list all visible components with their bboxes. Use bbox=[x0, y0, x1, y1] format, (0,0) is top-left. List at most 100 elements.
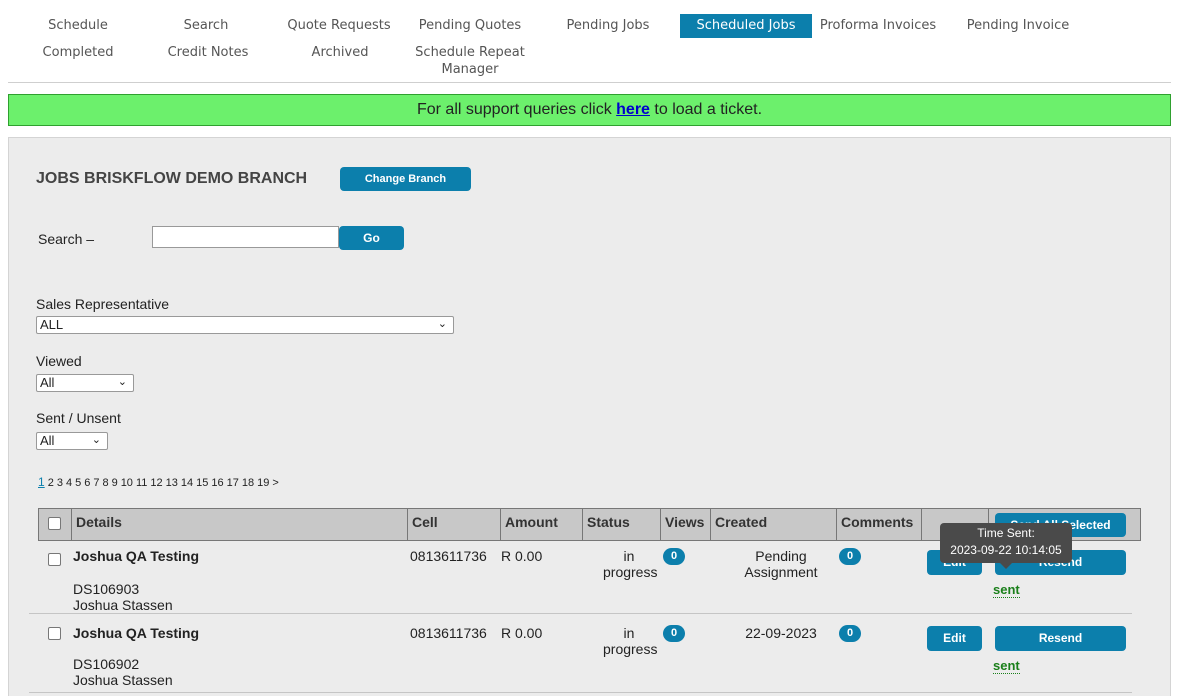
job-amount: R 0.00 bbox=[501, 548, 543, 564]
tab-quote-requests[interactable]: Quote Requests bbox=[277, 17, 401, 34]
sent-unsent-label: Sent / Unsent bbox=[36, 410, 121, 426]
tab-search[interactable]: Search bbox=[144, 17, 268, 34]
column-created[interactable]: Created bbox=[711, 509, 837, 540]
job-amount: R 0.00 bbox=[501, 625, 543, 641]
page-current[interactable]: 1 bbox=[38, 475, 45, 489]
job-name: Joshua QA Testing bbox=[73, 625, 200, 641]
job-name: Joshua QA Testing bbox=[73, 548, 200, 564]
banner-text-after: to load a ticket. bbox=[649, 101, 763, 118]
job-status-line1: in bbox=[623, 548, 635, 564]
tab-pending-jobs[interactable]: Pending Jobs bbox=[546, 17, 670, 34]
job-contact: Joshua Stassen bbox=[73, 597, 173, 613]
tooltip-time: 2023-09-22 10:14:05 bbox=[950, 543, 1062, 557]
column-status[interactable]: Status bbox=[583, 509, 661, 540]
next-page-link[interactable]: > bbox=[272, 477, 278, 489]
tab-credit-notes[interactable]: Credit Notes bbox=[146, 44, 270, 61]
support-ticket-link[interactable]: here bbox=[616, 101, 650, 118]
column-comments[interactable]: Comments bbox=[837, 509, 922, 540]
pagination: 1 2 3 4 5 6 7 8 9 10 11 12 13 14 15 16 17 18 19 > bbox=[38, 473, 282, 489]
sent-status[interactable]: sent bbox=[993, 659, 1020, 674]
tab-pending-quotes[interactable]: Pending Quotes bbox=[408, 17, 532, 34]
row-checkbox[interactable] bbox=[48, 553, 61, 566]
sales-rep-value: ALL bbox=[40, 317, 64, 332]
table-row: Joshua QA Testing DS106902 Joshua Stasse… bbox=[29, 617, 1132, 693]
select-all-cell bbox=[39, 509, 72, 540]
resend-button[interactable]: Resend bbox=[995, 626, 1126, 651]
column-details[interactable]: Details bbox=[72, 509, 408, 540]
page-link[interactable]: 19 bbox=[257, 477, 269, 489]
job-status-line1: in bbox=[623, 625, 635, 641]
tab-schedule-repeat-manager-line1: Schedule Repeat bbox=[415, 45, 525, 60]
job-created: Pending Assignment bbox=[731, 548, 831, 580]
page-link[interactable]: 13 bbox=[166, 477, 178, 489]
select-all-checkbox[interactable] bbox=[48, 517, 61, 530]
search-input[interactable] bbox=[152, 226, 339, 248]
tab-pending-invoice[interactable]: Pending Invoice bbox=[956, 17, 1080, 34]
page-link[interactable]: 5 bbox=[75, 477, 81, 489]
page-link[interactable]: 6 bbox=[84, 477, 90, 489]
page-link[interactable]: 7 bbox=[93, 477, 99, 489]
tooltip-arrow bbox=[1000, 563, 1012, 569]
page-link[interactable]: 17 bbox=[227, 477, 239, 489]
job-contact: Joshua Stassen bbox=[73, 672, 173, 688]
job-reference: DS106902 bbox=[73, 656, 140, 672]
page-link[interactable]: 12 bbox=[150, 477, 162, 489]
page-link[interactable]: 16 bbox=[211, 477, 223, 489]
tab-schedule-repeat-manager[interactable]: Schedule Repeat Manager bbox=[408, 44, 532, 78]
job-status-line2: progress bbox=[603, 564, 658, 580]
change-branch-button[interactable]: Change Branch bbox=[340, 167, 471, 191]
row-checkbox[interactable] bbox=[48, 627, 61, 640]
page-link[interactable]: 10 bbox=[121, 477, 133, 489]
job-status: in progress bbox=[603, 625, 657, 657]
page-link[interactable]: 18 bbox=[242, 477, 254, 489]
page-link[interactable]: 4 bbox=[66, 477, 72, 489]
comments-badge[interactable]: 0 bbox=[839, 548, 861, 565]
comments-badge[interactable]: 0 bbox=[839, 625, 861, 642]
tab-proforma-invoices[interactable]: Proforma Invoices bbox=[816, 17, 940, 34]
job-cell: 0813611736 bbox=[410, 625, 487, 641]
tab-completed[interactable]: Completed bbox=[16, 44, 140, 61]
go-button[interactable]: Go bbox=[339, 226, 404, 250]
page-link[interactable]: 3 bbox=[57, 477, 63, 489]
viewed-label: Viewed bbox=[36, 353, 82, 369]
tab-scheduled-jobs[interactable]: Scheduled Jobs bbox=[680, 14, 812, 38]
tab-schedule[interactable]: Schedule bbox=[16, 17, 140, 34]
chevron-down-icon: ⌄ bbox=[437, 318, 447, 330]
page-link[interactable]: 9 bbox=[112, 477, 118, 489]
views-badge: 0 bbox=[663, 625, 685, 642]
column-amount[interactable]: Amount bbox=[501, 509, 583, 540]
page-link[interactable]: 14 bbox=[181, 477, 193, 489]
banner-text-before: For all support queries click bbox=[416, 101, 617, 118]
job-cell: 0813611736 bbox=[410, 548, 487, 564]
column-cell[interactable]: Cell bbox=[408, 509, 501, 540]
support-banner: For all support queries click here to lo… bbox=[8, 94, 1171, 126]
search-label: Search – bbox=[38, 231, 95, 247]
time-sent-tooltip: Time Sent: 2023-09-22 10:14:05 bbox=[940, 523, 1072, 563]
viewed-select[interactable]: All ⌄ bbox=[36, 374, 134, 392]
sales-rep-label: Sales Representative bbox=[36, 296, 170, 312]
page-title: JOBS BRISKFLOW DEMO BRANCH bbox=[36, 170, 308, 187]
page-link[interactable]: 15 bbox=[196, 477, 208, 489]
chevron-down-icon: ⌄ bbox=[91, 434, 101, 446]
page-link[interactable]: 2 bbox=[48, 477, 54, 489]
tab-archived[interactable]: Archived bbox=[278, 44, 402, 61]
tab-schedule-repeat-manager-line2: Manager bbox=[441, 62, 499, 77]
job-created-line1: 22-09-2023 bbox=[745, 625, 817, 641]
job-created: 22-09-2023 bbox=[731, 625, 831, 641]
job-status: in progress bbox=[603, 548, 658, 580]
chevron-down-icon: ⌄ bbox=[117, 376, 127, 388]
sales-rep-select[interactable]: ALL ⌄ bbox=[36, 316, 454, 334]
sent-status[interactable]: sent bbox=[993, 583, 1020, 598]
tooltip-title: Time Sent: bbox=[977, 526, 1035, 540]
page-link[interactable]: 8 bbox=[102, 477, 108, 489]
job-reference: DS106903 bbox=[73, 581, 140, 597]
views-badge: 0 bbox=[663, 548, 685, 565]
top-navigation: Schedule Search Quote Requests Pending Q… bbox=[8, 4, 1171, 83]
edit-button[interactable]: Edit bbox=[927, 626, 982, 651]
sent-unsent-select[interactable]: All ⌄ bbox=[36, 432, 108, 450]
viewed-value: All bbox=[40, 375, 55, 390]
sent-unsent-value: All bbox=[40, 433, 55, 448]
job-created-line2: Assignment bbox=[744, 564, 818, 580]
page-link[interactable]: 11 bbox=[136, 477, 147, 489]
column-views[interactable]: Views bbox=[661, 509, 711, 540]
